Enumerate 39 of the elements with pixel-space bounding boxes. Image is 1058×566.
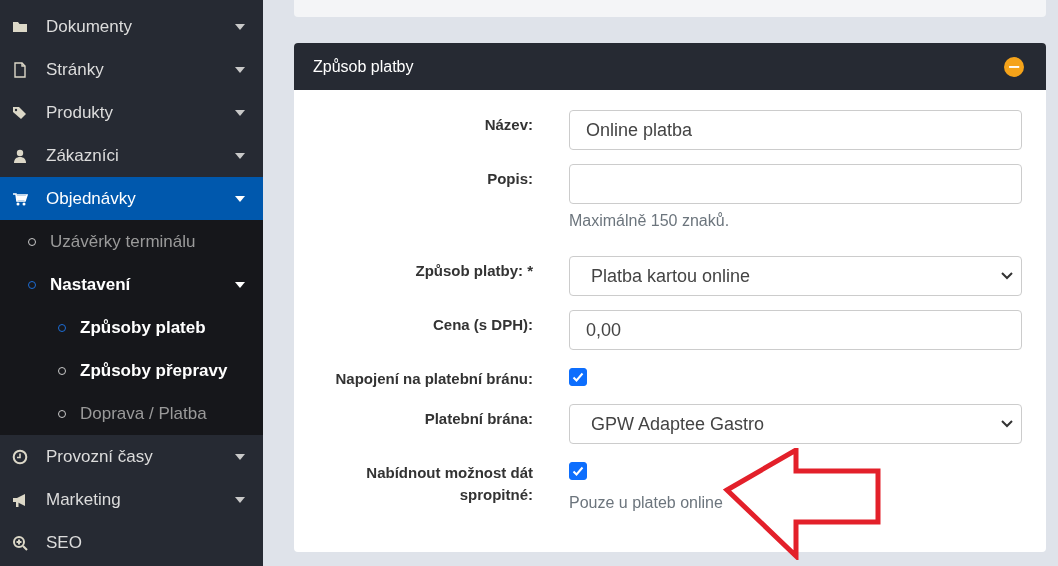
sidebar-item[interactable]: Dokumenty xyxy=(0,5,263,48)
sidebar-item[interactable]: Produkty xyxy=(0,91,263,134)
file-icon xyxy=(12,61,28,78)
field-label: Název: xyxy=(483,115,533,135)
field-label: Nabídnout možnost dát spropitné: xyxy=(365,463,533,505)
submenu-item[interactable]: Nastavení xyxy=(0,263,263,306)
sidebar-item[interactable]: Zákazníci xyxy=(0,134,263,177)
panel-title: Způsob platby xyxy=(313,57,414,76)
checkbox[interactable] xyxy=(569,462,587,480)
select-field[interactable]: Platba kartou online xyxy=(569,256,1022,296)
input-field[interactable] xyxy=(569,164,1022,204)
cart-icon xyxy=(12,190,28,207)
sidebar-item[interactable]: Objednávky xyxy=(0,177,263,220)
input-field[interactable]: Online platba xyxy=(569,110,1022,150)
field-label: Popis: xyxy=(486,169,533,189)
input-field[interactable]: 0,00 xyxy=(569,310,1022,350)
checkbox[interactable] xyxy=(569,368,587,386)
field-label: Cena (s DPH): xyxy=(432,315,533,335)
field-label: Platební brána: xyxy=(423,409,533,429)
zoom-in-icon xyxy=(12,534,28,551)
select-field[interactable]: GPW Adaptee Gastro xyxy=(569,404,1022,444)
user-icon xyxy=(12,147,28,164)
chevron-down-icon xyxy=(1001,420,1013,428)
field-label: Způsob platby: * xyxy=(414,261,533,281)
chevron-down-icon xyxy=(1001,272,1013,280)
submenu-item[interactable]: Způsoby plateb xyxy=(0,306,263,349)
tag-icon xyxy=(12,104,28,121)
sidebar-item[interactable]: Marketing xyxy=(0,478,263,521)
submenu-item[interactable]: Způsoby přepravy xyxy=(0,349,263,392)
field-label: Napojení na platební bránu: xyxy=(334,369,533,389)
clock-icon xyxy=(12,448,28,465)
megaphone-icon xyxy=(12,491,28,508)
submenu-item[interactable]: Uzávěrky terminálu xyxy=(0,220,263,263)
sidebar-item[interactable]: SEO xyxy=(0,521,263,564)
help-text: Maximálně 150 znaků. xyxy=(569,212,731,230)
help-text: Pouze u plateb online xyxy=(569,494,724,512)
sidebar-item[interactable]: Provozní časy xyxy=(0,435,263,478)
submenu-item[interactable]: Doprava / Platba xyxy=(0,392,263,435)
sidebar-item[interactable]: Stránky xyxy=(0,48,263,91)
